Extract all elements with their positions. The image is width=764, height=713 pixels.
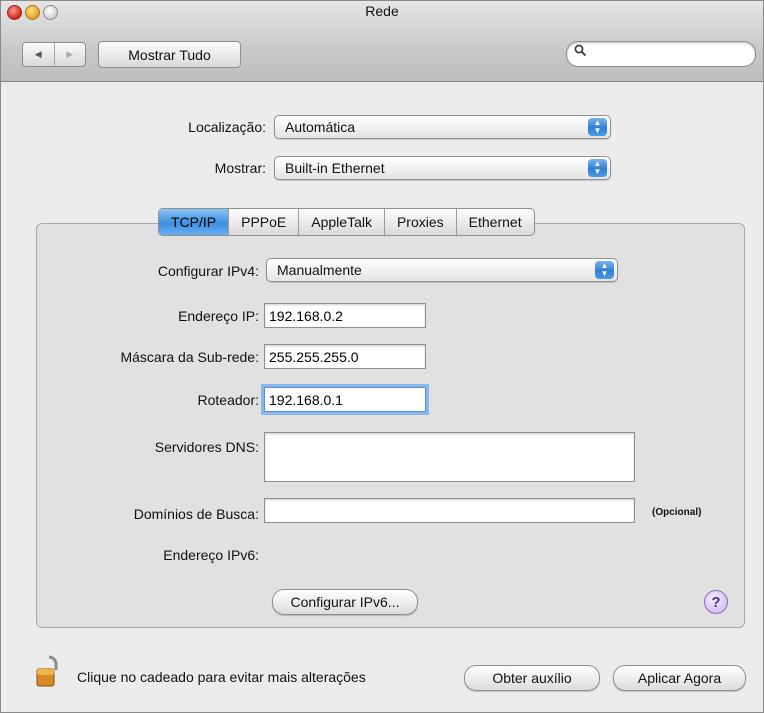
show-label: Mostrar: [214,160,266,176]
tab-appletalk[interactable]: AppleTalk [298,209,384,235]
updown-arrows-icon: ▲ ▼ [595,261,614,279]
subnet-mask-label: Máscara da Sub-rede: [120,349,259,365]
tab-ethernet[interactable]: Ethernet [455,209,534,235]
tab-tcpip[interactable]: TCP/IP [159,209,229,235]
tab-proxies[interactable]: Proxies [383,209,456,235]
updown-arrows-icon: ▲ ▼ [588,118,607,136]
tab-pppoe[interactable]: PPPoE [228,209,298,235]
configure-ipv4-label: Configurar IPv4: [157,263,259,279]
lock-icon[interactable] [35,654,63,688]
forward-arrow-icon[interactable]: ▶ [53,43,86,66]
tab-bar: TCP/IP PPPoE AppleTalk Proxies Ethernet [158,208,535,236]
router-label: Roteador: [197,392,259,408]
network-preferences-window: Rede ◀ ▶ Mostrar Tudo Localização: Autom… [0,0,764,713]
configure-ipv4-value: Manualmente [277,262,362,278]
help-button[interactable]: ? [704,590,728,614]
search-field[interactable] [566,41,756,67]
ip-address-label: Endereço IP: [178,308,259,324]
updown-arrows-icon: ▲ ▼ [588,159,607,177]
location-popup[interactable]: Automática ▲ ▼ [274,115,611,139]
router-field[interactable] [264,387,426,412]
tcpip-panel [36,223,745,628]
dns-servers-input[interactable] [265,433,634,481]
show-all-button[interactable]: Mostrar Tudo [98,41,241,68]
search-input[interactable] [591,45,745,63]
lock-message: Clique no cadeado para evitar mais alter… [77,669,366,685]
back-forward-control: ◀ ▶ [22,42,86,67]
show-popup[interactable]: Built-in Ethernet ▲ ▼ [274,156,611,180]
location-label: Localização: [188,119,266,135]
configure-ipv4-popup[interactable]: Manualmente ▲ ▼ [266,258,618,282]
search-domains-input[interactable] [265,499,634,522]
subnet-mask-input[interactable] [265,345,425,368]
subnet-mask-field[interactable] [264,344,426,369]
search-domains-label: Domínios de Busca: [133,506,259,522]
assist-button[interactable]: Obter auxílio [464,665,600,691]
dns-servers-label: Servidores DNS: [154,439,259,455]
back-arrow-icon[interactable]: ◀ [23,43,54,66]
search-domains-field[interactable] [264,498,635,523]
ip-address-input[interactable] [265,304,425,327]
configure-ipv6-button[interactable]: Configurar IPv6... [272,589,418,615]
show-value: Built-in Ethernet [285,160,385,176]
apply-now-button[interactable]: Aplicar Agora [613,665,746,691]
dns-servers-field[interactable] [264,432,635,482]
router-input[interactable] [265,388,425,411]
search-icon [574,44,587,60]
window-title: Rede [365,3,399,19]
ip-address-field[interactable] [264,303,426,328]
title-bar: Rede ◀ ▶ Mostrar Tudo [1,1,763,82]
optional-hint: (Opcional) [652,507,702,518]
ipv6-address-label: Endereço IPv6: [163,547,259,563]
location-value: Automática [285,119,356,135]
